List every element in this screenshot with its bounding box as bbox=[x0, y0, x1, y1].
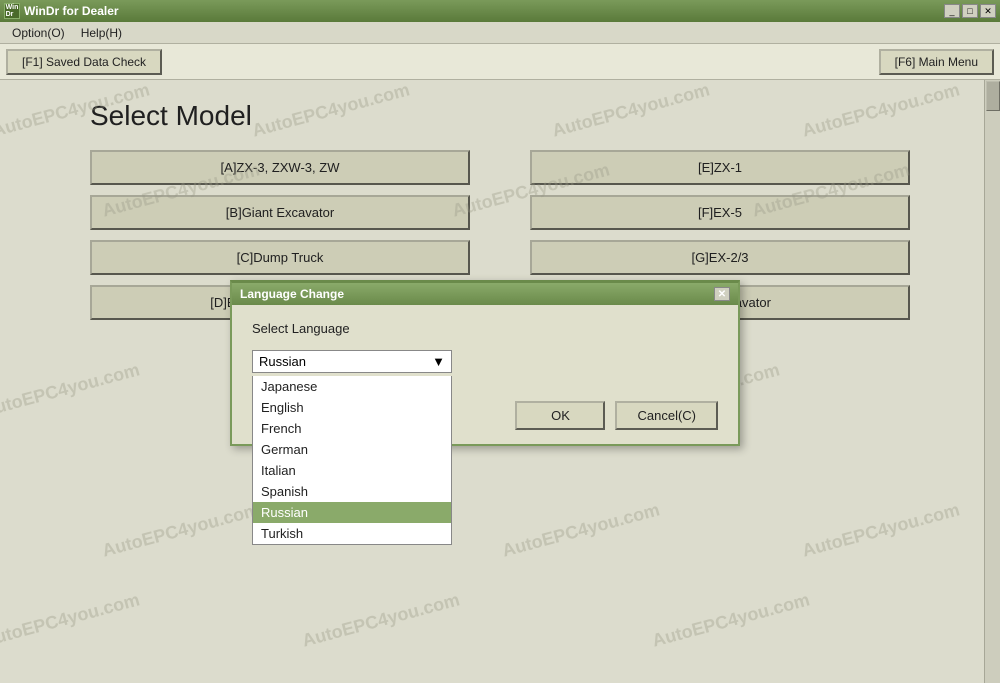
dialog-label: Select Language bbox=[252, 321, 718, 336]
dialog-titlebar: Language Change ✕ bbox=[232, 283, 738, 305]
lang-option-spanish[interactable]: Spanish bbox=[253, 481, 451, 502]
lang-option-german[interactable]: German bbox=[253, 439, 451, 460]
selected-language-text: Russian bbox=[259, 354, 306, 369]
lang-option-russian[interactable]: Russian bbox=[253, 502, 451, 523]
titlebar-controls[interactable]: _ □ ✕ bbox=[944, 4, 996, 18]
language-dropdown: Japanese English French German Italian S… bbox=[252, 376, 452, 545]
dialog-title: Language Change bbox=[240, 287, 344, 301]
lang-option-french[interactable]: French bbox=[253, 418, 451, 439]
modal-overlay: Language Change ✕ Select Language Russia… bbox=[0, 80, 1000, 683]
close-btn[interactable]: ✕ bbox=[980, 4, 996, 18]
titlebar-left: WinDr WinDr for Dealer bbox=[4, 3, 119, 19]
window-icon: WinDr bbox=[4, 3, 20, 19]
menubar: Option(O) Help(H) bbox=[0, 22, 1000, 44]
language-dialog: Language Change ✕ Select Language Russia… bbox=[230, 280, 740, 446]
dialog-body: Select Language Russian ▼ Japanese Engli… bbox=[232, 305, 738, 391]
menu-option[interactable]: Option(O) bbox=[4, 24, 73, 42]
toolbar: [F1] Saved Data Check [F6] Main Menu bbox=[0, 44, 1000, 80]
lang-option-italian[interactable]: Italian bbox=[253, 460, 451, 481]
lang-option-japanese[interactable]: Japanese bbox=[253, 376, 451, 397]
lang-option-english[interactable]: English bbox=[253, 397, 451, 418]
maximize-btn[interactable]: □ bbox=[962, 4, 978, 18]
saved-data-check-button[interactable]: [F1] Saved Data Check bbox=[6, 49, 162, 75]
ok-button[interactable]: OK bbox=[515, 401, 605, 430]
dialog-close-btn[interactable]: ✕ bbox=[714, 287, 730, 301]
window-titlebar: WinDr WinDr for Dealer _ □ ✕ bbox=[0, 0, 1000, 22]
main-content: AutoEPC4you.com AutoEPC4you.com AutoEPC4… bbox=[0, 80, 1000, 683]
lang-option-turkish[interactable]: Turkish bbox=[253, 523, 451, 544]
window-title: WinDr for Dealer bbox=[24, 4, 119, 18]
minimize-btn[interactable]: _ bbox=[944, 4, 960, 18]
main-menu-button[interactable]: [F6] Main Menu bbox=[879, 49, 994, 75]
select-wrapper: Russian ▼ Japanese English French German… bbox=[252, 350, 718, 373]
language-select-box[interactable]: Russian ▼ bbox=[252, 350, 452, 373]
cancel-button[interactable]: Cancel(C) bbox=[615, 401, 718, 430]
dropdown-arrow-icon: ▼ bbox=[432, 354, 445, 369]
menu-help[interactable]: Help(H) bbox=[73, 24, 130, 42]
